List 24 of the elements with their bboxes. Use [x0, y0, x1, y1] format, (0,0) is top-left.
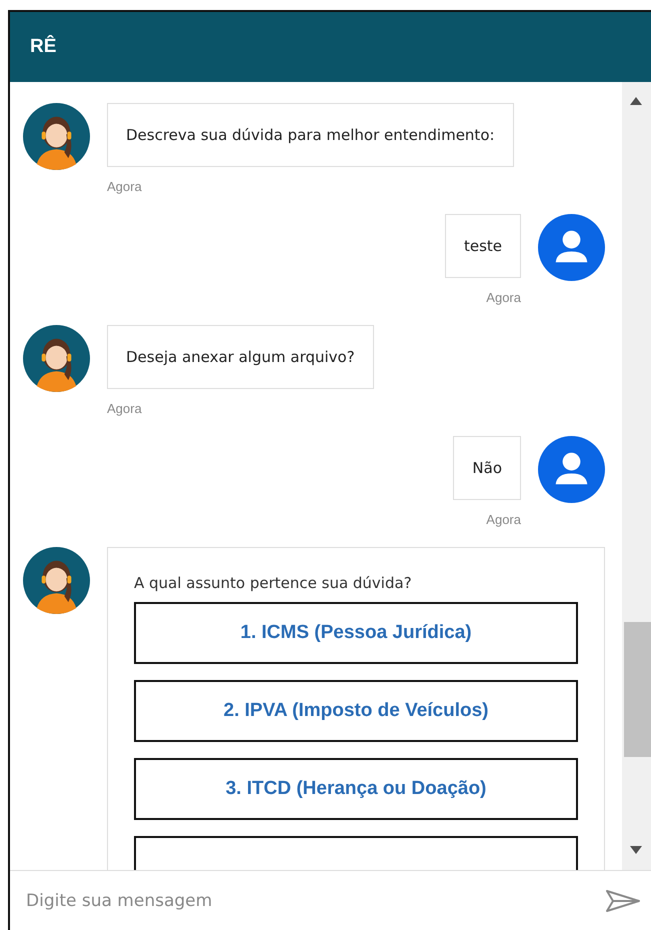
user-avatar-icon: [538, 214, 605, 281]
message-input[interactable]: Digite sua mensagem: [24, 890, 605, 912]
chat-title: RÊ: [30, 36, 56, 58]
user-avatar-icon: [538, 436, 605, 503]
message-time: Agora: [486, 512, 521, 527]
scroll-up-icon[interactable]: [630, 97, 642, 105]
question-text: A qual assunto pertence sua dúvida?: [134, 574, 413, 592]
message-bubble: Descreva sua dúvida para melhor entendimento:: [107, 103, 514, 167]
agent-avatar-icon: [23, 547, 90, 614]
message-time: Agora: [107, 401, 143, 416]
message-bubble: teste: [444, 214, 521, 278]
scrollbar[interactable]: [622, 82, 651, 870]
message-bubble: Deseja anexar algum arquivo?: [107, 325, 374, 389]
agent-avatar-icon: [23, 103, 90, 170]
send-icon[interactable]: [605, 888, 641, 912]
option-button[interactable]: 3. ITCD (Herança ou Doação): [134, 758, 578, 820]
option-button[interactable]: 1. ICMS (Pessoa Jurídica): [134, 602, 578, 664]
agent-avatar-icon: [23, 325, 90, 392]
scrollbar-thumb[interactable]: [624, 622, 651, 757]
message-bubble: Não: [453, 436, 521, 500]
message-time: Agora: [107, 179, 143, 194]
message-time: Agora: [486, 290, 521, 305]
option-button[interactable]: 2. IPVA (Imposto de Veículos): [134, 680, 578, 742]
scroll-down-icon[interactable]: [630, 846, 642, 854]
